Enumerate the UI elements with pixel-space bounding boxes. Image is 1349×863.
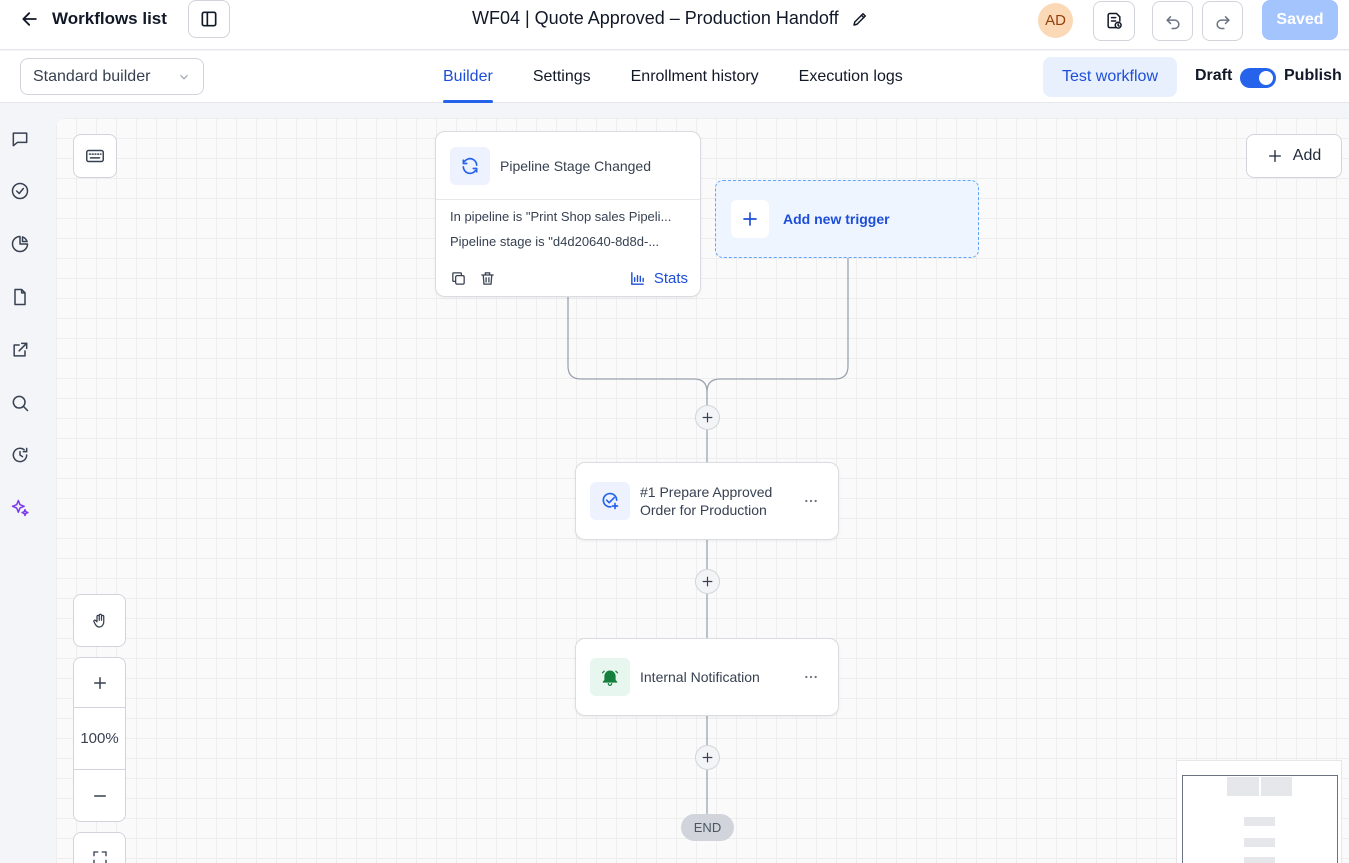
- add-step-node-1[interactable]: [695, 405, 720, 430]
- history-icon[interactable]: [9, 444, 31, 466]
- trigger-condition-pipeline: In pipeline is "Print Shop sales Pipeli.…: [450, 209, 672, 224]
- back-label: Workflows list: [52, 9, 167, 28]
- document-icon[interactable]: [9, 286, 31, 308]
- action-label: #1 Prepare Approved Order for Production: [640, 484, 773, 518]
- action-label: Internal Notification: [640, 669, 760, 685]
- more-horizontal-icon: [805, 499, 817, 503]
- plus-icon: [1268, 150, 1281, 162]
- minimap[interactable]: [1176, 760, 1342, 863]
- arrow-left-icon: [22, 12, 37, 26]
- trigger-icon-box: [450, 146, 490, 185]
- saved-button[interactable]: Saved: [1262, 0, 1338, 40]
- end-node: END: [681, 814, 734, 841]
- action-card-prepare-order[interactable]: #1 Prepare Approved Order for Production: [575, 462, 839, 540]
- pie-chart-icon[interactable]: [9, 233, 31, 255]
- plus-icon: [743, 212, 757, 226]
- tab-builder[interactable]: Builder: [443, 51, 493, 103]
- redo-icon: [1215, 16, 1230, 30]
- plus-icon: [702, 576, 713, 587]
- more-options-button[interactable]: [802, 492, 820, 510]
- back-to-workflows-link[interactable]: Workflows list: [20, 8, 167, 30]
- zoom-level: 100%: [80, 730, 119, 747]
- trigger-card-pipeline-stage-changed[interactable]: Pipeline Stage Changed In pipeline is "P…: [435, 131, 701, 297]
- hand-icon: [92, 613, 104, 628]
- stats-link[interactable]: Stats: [629, 270, 688, 287]
- tab-enrollment-history[interactable]: Enrollment history: [631, 51, 759, 103]
- workflow-notes-button[interactable]: [1093, 1, 1135, 41]
- tab-execution-logs[interactable]: Execution logs: [799, 51, 903, 103]
- builder-mode-select[interactable]: Standard builder: [20, 58, 204, 95]
- toggle-sidebar-button[interactable]: [188, 0, 230, 38]
- more-horizontal-icon: [805, 675, 817, 679]
- top-bar: Workflows list WF04 | Quote Approved – P…: [0, 0, 1349, 50]
- chevron-down-icon: [180, 74, 188, 80]
- workflow-tabs: Builder Settings Enrollment history Exec…: [443, 51, 903, 103]
- check-circle-icon[interactable]: [9, 180, 31, 202]
- keyboard-icon: [86, 149, 104, 163]
- sparkles-icon[interactable]: [9, 497, 31, 519]
- fit-view-button[interactable]: [73, 832, 126, 863]
- undo-icon: [1165, 16, 1180, 30]
- search-icon[interactable]: [9, 392, 31, 414]
- edit-pencil-icon[interactable]: [851, 10, 869, 28]
- builder-toolbar: Standard builder Builder Settings Enroll…: [0, 51, 1349, 103]
- stats-label: Stats: [653, 269, 688, 287]
- test-workflow-button[interactable]: Test workflow: [1043, 57, 1177, 97]
- trigger-footer: Stats: [436, 260, 700, 296]
- minimap-action-block: [1244, 817, 1275, 826]
- keyboard-shortcuts-button[interactable]: [73, 134, 117, 178]
- chat-icon[interactable]: [9, 128, 31, 150]
- add-step-node-2[interactable]: [695, 569, 720, 594]
- add-new-trigger-label: Add new trigger: [783, 211, 890, 227]
- plus-icon: [93, 676, 106, 689]
- user-avatar[interactable]: AD: [1038, 3, 1073, 38]
- trash-icon[interactable]: [479, 270, 496, 287]
- add-trigger-plus-box: [731, 200, 769, 238]
- action-icon-box: [590, 482, 630, 520]
- fullscreen-icon: [92, 851, 107, 863]
- workflow-title-text: WF04 | Quote Approved – Production Hando…: [472, 8, 839, 28]
- sidebar-panel-icon: [201, 11, 217, 27]
- add-new-trigger-button[interactable]: Add new trigger: [715, 180, 979, 258]
- builder-mode-value: Standard builder: [33, 67, 151, 85]
- bar-chart-icon: [630, 271, 644, 285]
- plus-icon: [702, 412, 713, 423]
- minimap-action-block: [1244, 838, 1275, 847]
- workflow-title: WF04 | Quote Approved – Production Hando…: [472, 8, 869, 29]
- action-icon-box: [590, 658, 630, 696]
- trigger-header: Pipeline Stage Changed: [436, 132, 700, 200]
- minimap-action-block: [1244, 857, 1275, 863]
- zoom-in-button[interactable]: [73, 657, 126, 708]
- external-link-icon[interactable]: [9, 339, 31, 361]
- minimap-new-trigger-block: [1261, 777, 1292, 796]
- redo-button[interactable]: [1202, 1, 1243, 41]
- tab-settings[interactable]: Settings: [533, 51, 591, 103]
- copy-icon[interactable]: [450, 270, 467, 287]
- add-button[interactable]: Add: [1246, 134, 1342, 178]
- more-options-button[interactable]: [802, 668, 820, 686]
- add-label: Add: [1292, 147, 1322, 164]
- trigger-name: Pipeline Stage Changed: [500, 157, 652, 174]
- publish-toggle[interactable]: [1240, 68, 1276, 88]
- undo-button[interactable]: [1152, 1, 1193, 41]
- plus-icon: [702, 752, 713, 763]
- draft-label: Draft: [1195, 67, 1233, 84]
- minus-icon: [93, 794, 106, 797]
- add-step-node-3[interactable]: [695, 745, 720, 770]
- publish-label: Publish: [1284, 67, 1342, 84]
- document-clock-icon: [1107, 12, 1122, 29]
- pan-mode-button[interactable]: [73, 594, 126, 647]
- minimap-trigger-block: [1227, 777, 1259, 796]
- zoom-out-button[interactable]: [73, 769, 126, 822]
- action-card-internal-notification[interactable]: Internal Notification: [575, 638, 839, 716]
- trigger-condition-stage: Pipeline stage is "d4d20640-8d8d-...: [450, 234, 660, 249]
- check-plus-icon: [602, 492, 619, 510]
- zoom-level-display: 100%: [73, 707, 126, 770]
- bell-icon: [601, 670, 619, 686]
- refresh-icon: [462, 157, 478, 174]
